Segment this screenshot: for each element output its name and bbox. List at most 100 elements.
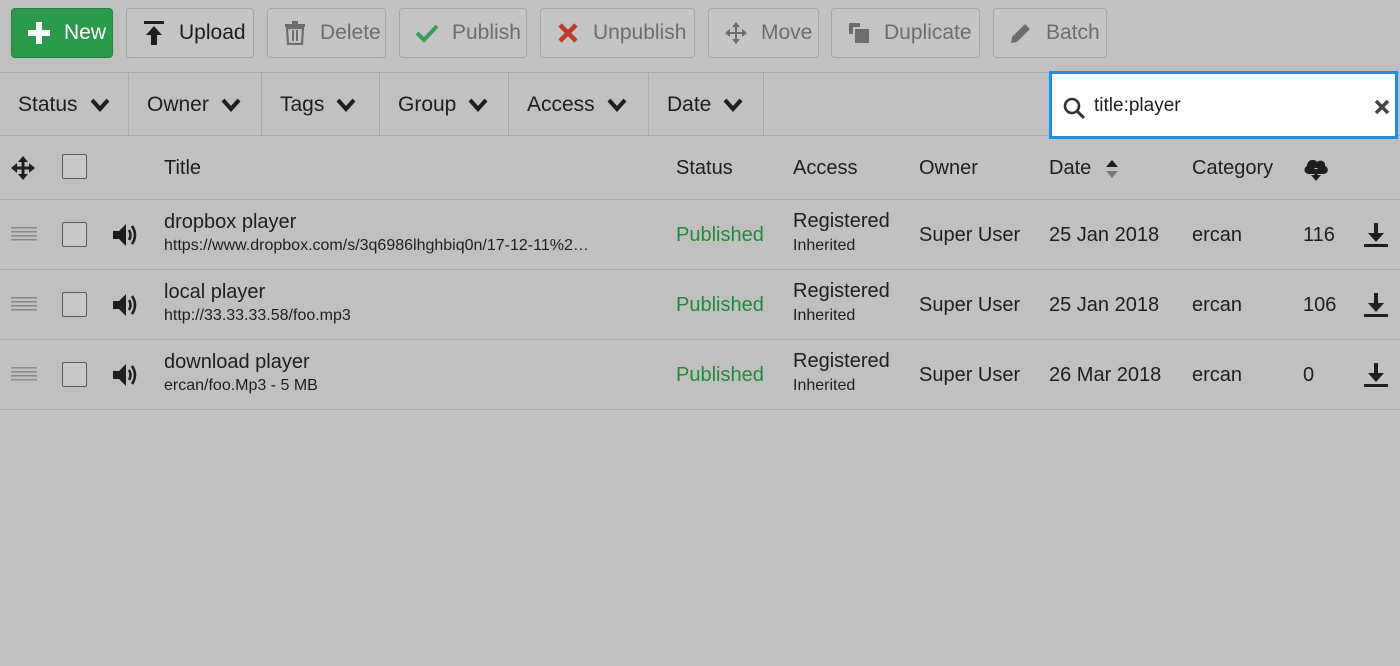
delete-button-label: Delete bbox=[320, 21, 381, 44]
header-title[interactable]: Title bbox=[164, 157, 201, 180]
filter-access-label: Access bbox=[527, 92, 595, 116]
publish-button-label: Publish bbox=[452, 21, 521, 44]
row-owner: Super User bbox=[919, 224, 1021, 246]
move-button-label: Move bbox=[761, 21, 813, 44]
row-title-link[interactable]: dropbox player bbox=[164, 211, 296, 234]
chevron-down-icon bbox=[90, 98, 110, 112]
chevron-down-icon bbox=[221, 98, 241, 112]
chevron-down-icon bbox=[607, 98, 627, 112]
filter-group-label: Group bbox=[398, 92, 457, 116]
pencil-icon bbox=[1008, 20, 1034, 46]
filter-owner-label: Owner bbox=[147, 92, 209, 116]
header-status[interactable]: Status bbox=[676, 157, 733, 180]
chevron-down-icon bbox=[468, 98, 488, 112]
download-icon[interactable] bbox=[1363, 222, 1389, 253]
filter-bar: Status Owner Tags Group Access Date bbox=[0, 71, 1400, 139]
unpublish-button[interactable]: Unpublish bbox=[540, 8, 695, 58]
header-access[interactable]: Access bbox=[793, 157, 857, 180]
delete-button[interactable]: Delete bbox=[267, 8, 386, 58]
speaker-icon bbox=[112, 292, 140, 323]
move-arrows-icon[interactable] bbox=[11, 156, 35, 185]
header-owner[interactable]: Owner bbox=[919, 157, 978, 180]
row-date: 25 Jan 2018 bbox=[1049, 224, 1160, 246]
download-icon[interactable] bbox=[1363, 292, 1389, 323]
search-icon bbox=[1062, 96, 1086, 125]
filter-group[interactable]: Group bbox=[380, 73, 509, 136]
download-icon[interactable] bbox=[1363, 362, 1389, 393]
row-access: Registered bbox=[793, 350, 890, 372]
row-access-sub: Inherited bbox=[793, 237, 856, 254]
status-badge[interactable]: Published bbox=[676, 364, 764, 387]
upload-button[interactable]: Upload bbox=[126, 8, 254, 58]
chevron-down-icon bbox=[336, 98, 356, 112]
row-category: ercan bbox=[1192, 364, 1243, 386]
chevron-down-icon bbox=[723, 98, 743, 112]
filter-access[interactable]: Access bbox=[509, 73, 649, 136]
filter-status[interactable]: Status bbox=[0, 73, 129, 136]
trash-icon bbox=[282, 20, 308, 46]
row-downloads: 106 bbox=[1303, 294, 1337, 316]
new-button-label: New bbox=[64, 21, 107, 44]
duplicate-button[interactable]: Duplicate bbox=[831, 8, 980, 58]
row-checkbox[interactable] bbox=[62, 222, 87, 247]
duplicate-icon bbox=[846, 20, 872, 46]
publish-button[interactable]: Publish bbox=[399, 8, 527, 58]
batch-button-label: Batch bbox=[1046, 21, 1100, 44]
unpublish-button-label: Unpublish bbox=[593, 21, 687, 44]
sort-icon[interactable] bbox=[1105, 159, 1119, 184]
drag-handle-icon[interactable] bbox=[11, 297, 37, 316]
cloud-download-icon bbox=[1302, 156, 1330, 187]
check-icon bbox=[414, 20, 440, 46]
move-button[interactable]: Move bbox=[708, 8, 819, 58]
row-owner: Super User bbox=[919, 294, 1021, 316]
plus-icon bbox=[26, 20, 52, 46]
duplicate-button-label: Duplicate bbox=[884, 21, 972, 44]
table-header: Title Status Access Owner Date Category bbox=[0, 136, 1400, 200]
row-date: 26 Mar 2018 bbox=[1049, 364, 1162, 386]
row-access-sub: Inherited bbox=[793, 377, 856, 394]
row-checkbox[interactable] bbox=[62, 362, 87, 387]
row-category: ercan bbox=[1192, 294, 1243, 316]
row-access: Registered bbox=[793, 210, 890, 232]
filter-tags[interactable]: Tags bbox=[262, 73, 380, 136]
row-access: Registered bbox=[793, 280, 890, 302]
table-row: download player ercan/foo.Mp3 - 5 MB Pub… bbox=[0, 340, 1400, 410]
row-title-link[interactable]: download player bbox=[164, 351, 310, 374]
x-icon bbox=[555, 20, 581, 46]
move-arrows-icon bbox=[723, 20, 749, 46]
status-badge[interactable]: Published bbox=[676, 294, 764, 317]
table-row: dropbox player https://www.dropbox.com/s… bbox=[0, 200, 1400, 270]
row-subtitle: ercan/foo.Mp3 - 5 MB bbox=[164, 377, 318, 394]
filter-status-label: Status bbox=[18, 92, 78, 116]
drag-handle-icon[interactable] bbox=[11, 367, 37, 386]
row-subtitle: http://33.33.33.58/foo.mp3 bbox=[164, 307, 351, 324]
row-date: 25 Jan 2018 bbox=[1049, 294, 1160, 316]
close-icon[interactable] bbox=[1373, 98, 1391, 121]
new-button[interactable]: New bbox=[11, 8, 113, 58]
drag-handle-icon[interactable] bbox=[11, 227, 37, 246]
row-downloads: 0 bbox=[1303, 364, 1315, 386]
select-all-checkbox[interactable] bbox=[62, 154, 87, 179]
row-access-sub: Inherited bbox=[793, 307, 856, 324]
row-subtitle: https://www.dropbox.com/s/3q6986lhghbiq0… bbox=[164, 237, 589, 254]
filter-date[interactable]: Date bbox=[649, 73, 764, 136]
filter-tags-label: Tags bbox=[280, 92, 325, 116]
search-box bbox=[1049, 71, 1398, 139]
row-checkbox[interactable] bbox=[62, 292, 87, 317]
filter-owner[interactable]: Owner bbox=[129, 73, 262, 136]
table-row: local player http://33.33.33.58/foo.mp3 … bbox=[0, 270, 1400, 340]
upload-button-label: Upload bbox=[179, 21, 246, 44]
header-date[interactable]: Date bbox=[1049, 157, 1091, 180]
row-owner: Super User bbox=[919, 364, 1021, 386]
status-badge[interactable]: Published bbox=[676, 224, 764, 247]
batch-button[interactable]: Batch bbox=[993, 8, 1107, 58]
row-category: ercan bbox=[1192, 224, 1243, 246]
speaker-icon bbox=[112, 362, 140, 393]
search-input[interactable] bbox=[1094, 92, 1354, 120]
upload-icon bbox=[141, 20, 167, 46]
header-category[interactable]: Category bbox=[1192, 157, 1273, 180]
filter-date-label: Date bbox=[667, 92, 712, 116]
speaker-icon bbox=[112, 222, 140, 253]
row-title-link[interactable]: local player bbox=[164, 281, 265, 304]
row-downloads: 116 bbox=[1303, 224, 1335, 246]
